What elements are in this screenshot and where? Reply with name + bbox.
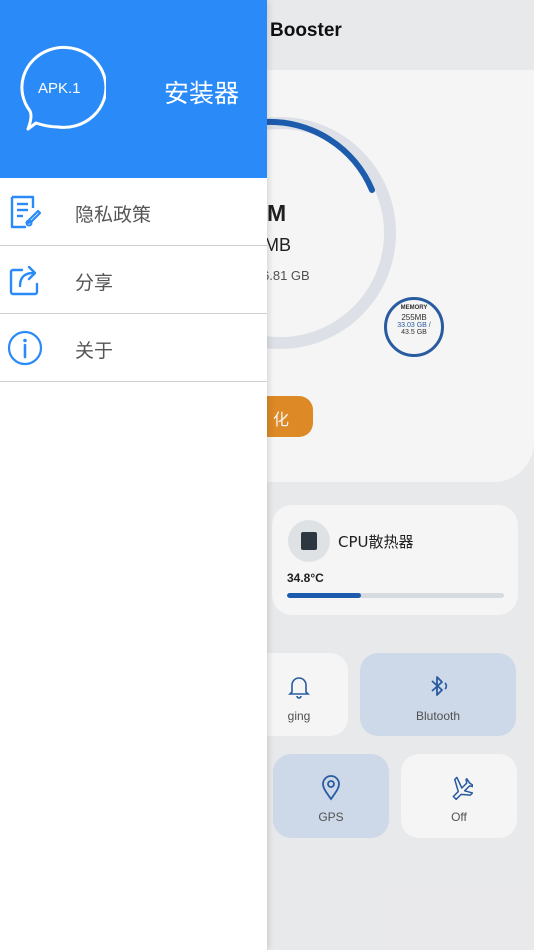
navigation-drawer: APK.1 安装器 隐私政策 分享 关于 (0, 0, 267, 950)
menu-item-share[interactable]: 分享 (0, 246, 267, 314)
share-icon (9, 265, 39, 296)
menu-item-privacy-policy-label: 隐私政策 (75, 204, 152, 226)
drawer-header: APK.1 安装器 (0, 0, 267, 178)
menu-item-about-label: 关于 (75, 340, 114, 362)
menu-item-share-label: 分享 (75, 272, 114, 294)
info-icon (7, 330, 43, 366)
logo-text: APK.1 (38, 80, 81, 97)
document-edit-icon (10, 195, 42, 229)
menu-item-about[interactable]: 关于 (0, 314, 267, 382)
drawer-title: 安装器 (164, 79, 240, 108)
menu-item-privacy-policy[interactable]: 隐私政策 (0, 178, 267, 246)
